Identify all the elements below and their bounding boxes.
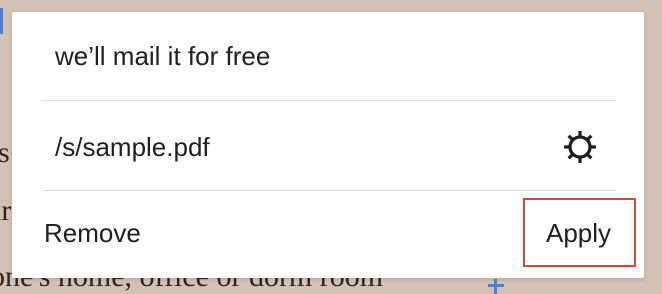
selection-end-handle[interactable]: [488, 279, 504, 294]
link-settings-button[interactable]: [560, 127, 600, 167]
remove-link-button[interactable]: Remove: [44, 218, 141, 248]
document-text-fragment: rs: [0, 136, 10, 169]
selection-start-handle[interactable]: [0, 8, 3, 34]
document-text-fragment: ar: [0, 194, 12, 227]
link-text-value: we’ll mail it for free: [55, 41, 271, 71]
gear-icon: [564, 131, 596, 163]
link-url-value: /s/sample.pdf: [55, 132, 210, 162]
link-url-field[interactable]: /s/sample.pdf: [42, 101, 616, 191]
link-editor-popup: we’ll mail it for free /s/sample.pdf Rem…: [12, 12, 644, 278]
apply-link-button[interactable]: Apply: [523, 198, 636, 267]
link-text-field[interactable]: we’ll mail it for free: [42, 12, 616, 101]
apply-button-label: Apply: [546, 218, 612, 248]
